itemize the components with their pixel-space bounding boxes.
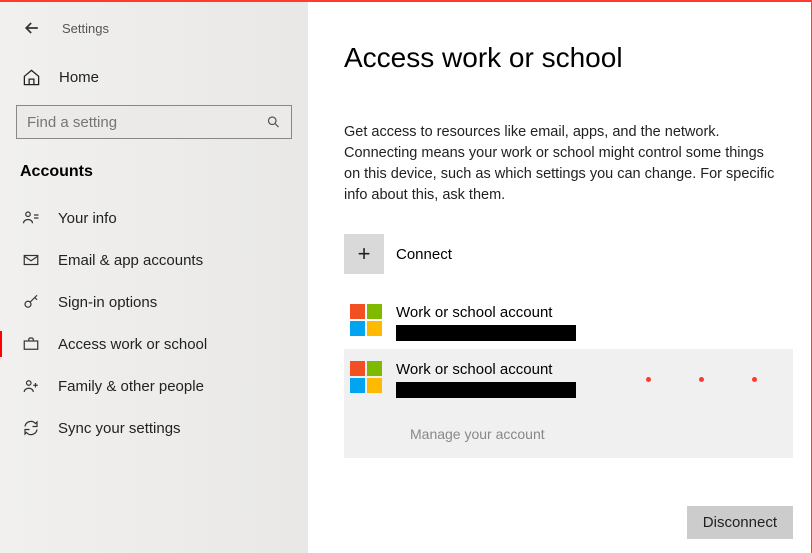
- nav-item-label: Access work or school: [58, 336, 207, 353]
- disconnect-button[interactable]: Disconnect: [687, 506, 793, 539]
- nav-item-email-accounts[interactable]: Email & app accounts: [0, 239, 308, 281]
- plus-icon: +: [344, 234, 384, 274]
- page-title: Access work or school: [344, 42, 793, 74]
- home-icon: [22, 68, 41, 87]
- account-item[interactable]: Work or school account: [344, 296, 793, 349]
- person-badge-icon: [22, 209, 40, 227]
- footer: Disconnect: [344, 506, 793, 553]
- window-title: Settings: [62, 21, 109, 36]
- nav-item-label: Sign-in options: [58, 294, 157, 311]
- page-description: Get access to resources like email, apps…: [344, 122, 784, 206]
- connect-label: Connect: [396, 246, 452, 263]
- mail-icon: [22, 251, 40, 269]
- nav-item-label: Sync your settings: [58, 420, 181, 437]
- nav-home-label: Home: [59, 69, 99, 86]
- nav-item-your-info[interactable]: Your info: [0, 197, 308, 239]
- back-button[interactable]: [22, 18, 42, 38]
- nav-item-family-people[interactable]: Family & other people: [0, 365, 308, 407]
- briefcase-icon: [22, 335, 40, 353]
- nav-item-label: Family & other people: [58, 378, 204, 395]
- nav-home[interactable]: Home: [0, 68, 308, 105]
- titlebar: Settings: [0, 18, 308, 68]
- arrow-left-icon: [22, 18, 42, 38]
- microsoft-logo-icon: [350, 361, 382, 393]
- account-item-selected[interactable]: Work or school account Manage your accou…: [344, 349, 793, 458]
- nav-item-label: Your info: [58, 210, 117, 227]
- account-title: Work or school account: [396, 304, 576, 321]
- account-title: Work or school account: [396, 361, 576, 378]
- account-email-redacted: [396, 325, 576, 341]
- nav-item-label: Email & app accounts: [58, 252, 203, 269]
- nav-item-sync-settings[interactable]: Sync your settings: [0, 407, 308, 449]
- annotation-dots: [646, 377, 757, 382]
- account-email-redacted: [396, 382, 576, 398]
- sync-icon: [22, 419, 40, 437]
- microsoft-logo-icon: [350, 304, 382, 336]
- connect-button[interactable]: + Connect: [344, 234, 793, 274]
- search-input[interactable]: [27, 114, 266, 131]
- sidebar: Settings Home Accounts Your info Email &…: [0, 2, 308, 553]
- key-icon: [22, 293, 40, 311]
- people-plus-icon: [22, 377, 40, 395]
- search-box[interactable]: [16, 105, 292, 139]
- search-icon: [266, 114, 281, 130]
- manage-account-link[interactable]: Manage your account: [350, 412, 787, 442]
- section-header: Accounts: [0, 163, 308, 197]
- nav-item-signin-options[interactable]: Sign-in options: [0, 281, 308, 323]
- main-content: Access work or school Get access to reso…: [308, 2, 811, 553]
- nav-item-access-work-school[interactable]: Access work or school: [0, 323, 308, 365]
